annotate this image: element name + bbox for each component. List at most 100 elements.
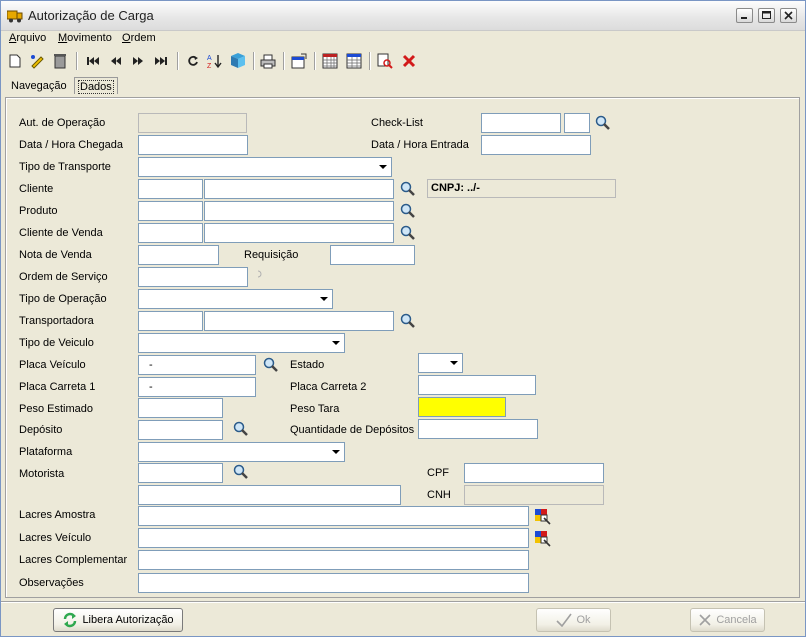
search-icon[interactable] [233,464,249,480]
search-icon[interactable] [400,181,416,197]
nota-venda-field[interactable] [138,245,219,265]
chevron-down-icon[interactable] [446,355,461,371]
cliente-code-field[interactable] [138,179,203,199]
window-title: Autorização de Carga [28,8,154,23]
data-hora-chegada-field[interactable] [138,135,248,155]
chevron-down-icon[interactable] [328,444,343,460]
ordem-servico-field[interactable] [138,267,248,287]
search-icon[interactable] [400,203,416,219]
next-icon[interactable] [129,52,147,70]
properties-icon[interactable] [290,52,308,70]
ok-button[interactable]: Ok [536,608,611,632]
label-motorista: Motorista [19,468,65,480]
new-icon[interactable] [6,52,24,70]
label-placa-carreta1: Placa Carreta 1 [19,381,96,393]
find-icon[interactable] [376,52,394,70]
label-cliente-venda: Cliente de Venda [19,227,103,239]
check-list-code-field[interactable] [564,113,590,133]
motorista-name-field[interactable] [138,485,401,505]
placa-veiculo-field[interactable]: - [138,355,256,375]
close-button[interactable] [780,8,797,23]
observacoes-field[interactable] [138,573,529,593]
label-placa-carreta2: Placa Carreta 2 [290,381,367,393]
peso-tara-field[interactable] [418,397,506,417]
ok-label: Ok [576,614,591,626]
chevron-down-icon[interactable] [328,335,343,351]
chevron-down-icon[interactable] [316,291,331,307]
label-lacres-veiculo: Lacres Veículo [19,532,92,544]
tipo-operacao-select[interactable] [138,289,333,309]
cancela-label: Cancela [716,614,757,626]
cliente-venda-code-field[interactable] [138,223,203,243]
transportadora-name-field[interactable] [204,311,394,331]
lacres-veiculo-field[interactable] [138,528,529,548]
peso-estimado-field[interactable] [138,398,223,418]
cancela-button[interactable]: Cancela [690,608,765,632]
deposito-field[interactable] [138,420,223,440]
produto-code-field[interactable] [138,201,203,221]
label-lacres-complementar: Lacres Complementar [19,554,128,566]
delete-icon[interactable] [51,52,69,70]
truck-icon [7,10,23,23]
filter-icon[interactable] [229,52,247,70]
search-icon[interactable] [595,115,611,131]
tipo-transporte-select[interactable] [138,157,392,177]
placa-carreta1-field[interactable]: - [138,377,256,397]
svg-text:A: A [207,55,212,62]
previous-icon[interactable] [107,52,125,70]
calendar-icon[interactable] [321,52,339,70]
last-icon[interactable] [152,52,170,70]
chevron-down-icon[interactable] [375,159,390,175]
minimize-button[interactable] [736,8,753,23]
cpf-field[interactable] [464,463,604,483]
tipo-veiculo-select[interactable] [138,333,345,353]
cliente-venda-name-field[interactable] [204,223,394,243]
menu-arquivo[interactable]: Arquivo [9,32,46,44]
toolbar: AZ [1,49,805,73]
menu-ordem[interactable]: Ordem [122,32,156,44]
title-bar: Autorização de Carga [1,1,805,31]
label-lacres-amostra: Lacres Amostra [19,509,96,521]
plataforma-select[interactable] [138,442,345,462]
label-ordem-servico: Ordem de Serviço [19,271,108,283]
seal-icon[interactable] [534,530,551,547]
aut-operacao-field [138,113,247,133]
tab-navegacao-label: Navegação [11,80,67,92]
check-list-field[interactable] [481,113,561,133]
qtd-depositos-field[interactable] [418,419,538,439]
seal-icon[interactable] [534,508,551,525]
tab-dados[interactable]: Dados [74,77,118,94]
lacres-complementar-field[interactable] [138,550,529,570]
menu-movimento[interactable]: Movimento [58,32,112,44]
lacres-amostra-field[interactable] [138,506,529,526]
produto-name-field[interactable] [204,201,394,221]
tab-dados-label: Dados [78,80,114,94]
label-cliente: Cliente [19,183,54,195]
grid-icon[interactable] [345,52,363,70]
label-requisicao: Requisição [244,249,299,261]
menu-arquivo-label: Arquivo [9,32,47,44]
print-icon[interactable] [259,52,277,70]
edit-icon[interactable] [28,52,46,70]
sort-icon[interactable]: AZ [206,52,224,70]
search-icon[interactable] [233,421,249,437]
menu-movimento-label: Movimento [58,32,112,44]
search-icon[interactable] [263,357,279,373]
cliente-name-field[interactable] [204,179,394,199]
search-icon[interactable] [400,313,416,329]
refresh-icon[interactable] [184,52,202,70]
requisicao-field[interactable] [330,245,415,265]
data-hora-entrada-field[interactable] [481,135,591,155]
close-red-icon[interactable] [400,52,418,70]
libera-autorizacao-button[interactable]: Libera Autorização [53,608,183,632]
maximize-icon [762,11,771,19]
first-icon[interactable] [84,52,102,70]
transportadora-code-field[interactable] [138,311,203,331]
close-icon [784,11,793,20]
search-icon[interactable] [400,225,416,241]
estado-select[interactable] [418,353,463,373]
motorista-code-field[interactable] [138,463,223,483]
maximize-button[interactable] [758,8,775,23]
tab-navegacao[interactable]: Navegação [11,77,67,94]
placa-carreta2-field[interactable] [418,375,536,395]
